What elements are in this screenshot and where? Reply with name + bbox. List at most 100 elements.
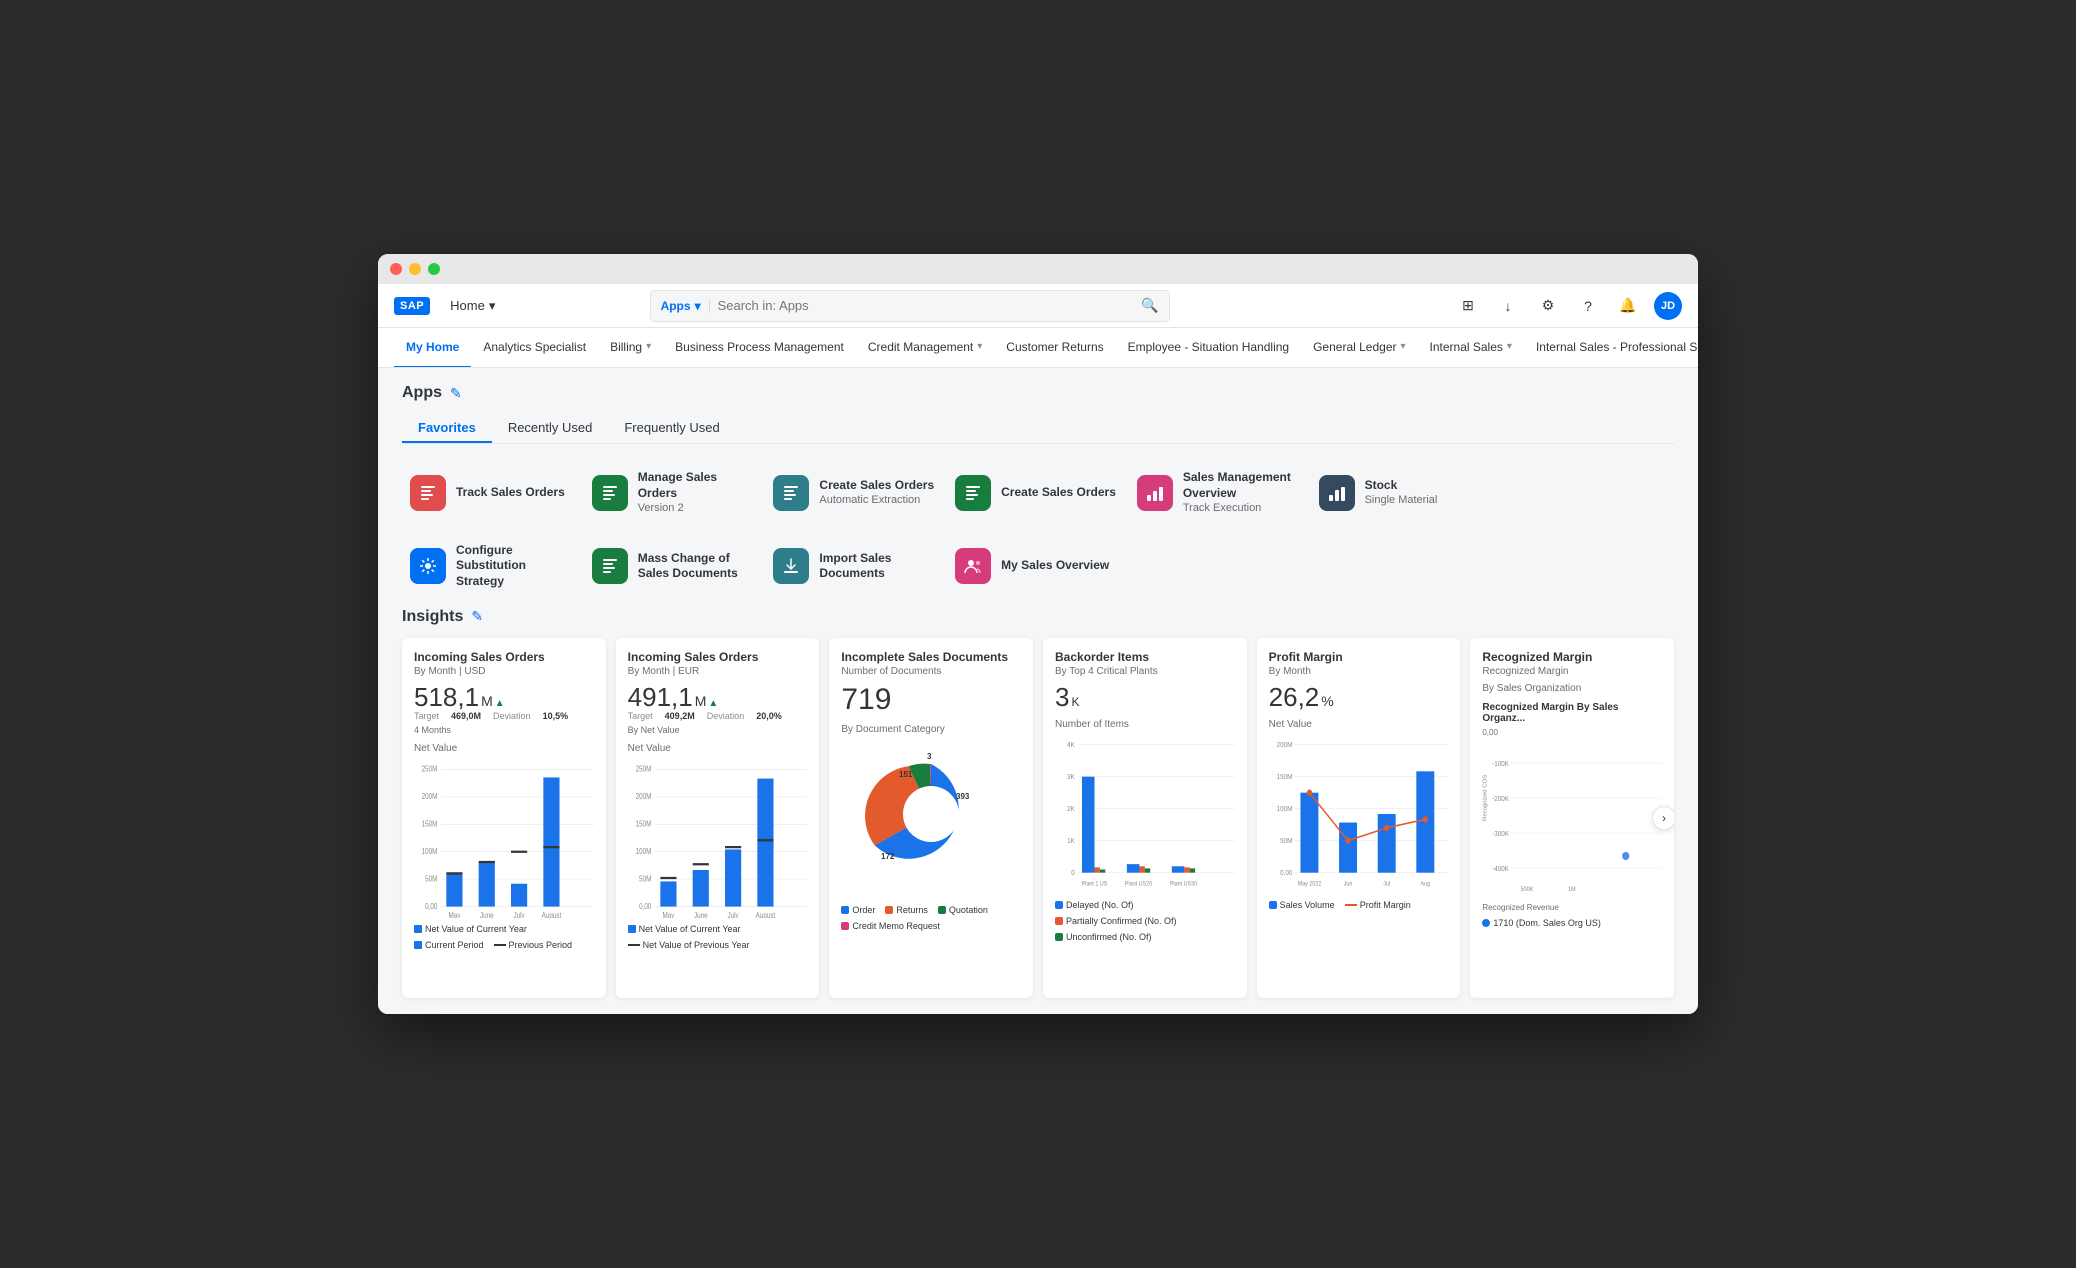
- grid-icon[interactable]: ⊞: [1454, 292, 1482, 320]
- sap-logo[interactable]: SAP: [394, 297, 430, 315]
- insights-edit-icon[interactable]: ✎: [471, 608, 483, 625]
- nav-item-internal-sales[interactable]: Internal Sales ▾: [1418, 328, 1524, 368]
- user-avatar[interactable]: JD: [1654, 292, 1682, 320]
- app-name-create-auto: Create Sales Orders: [819, 478, 939, 494]
- search-input[interactable]: [718, 298, 1134, 313]
- app-tile-stock[interactable]: Stock Single Material: [1311, 460, 1493, 524]
- chart-legend-4: Delayed (No. Of) Partially Confirmed (No…: [1055, 900, 1235, 942]
- app-icon-stock: [1319, 475, 1355, 511]
- app-tile-configure[interactable]: Configure Substitution Strategy: [402, 533, 584, 600]
- chart-num-3: 719: [841, 683, 1021, 716]
- chart-num-5: 26,2 %: [1269, 683, 1449, 712]
- billing-chevron-icon: ▾: [646, 341, 651, 352]
- svg-text:1K: 1K: [1067, 838, 1075, 846]
- app-icon-track-sales: [410, 475, 446, 511]
- nav-label: Customer Returns: [1006, 340, 1103, 354]
- app-window: SAP Home ▾ Apps ▾ 🔍 ⊞ ↓ ⚙ ? 🔔 JD: [378, 254, 1698, 1013]
- app-icon-my-sales: [955, 548, 991, 584]
- home-button[interactable]: Home ▾: [442, 294, 503, 318]
- apps-title: Apps: [402, 384, 442, 402]
- shell: SAP Home ▾ Apps ▾ 🔍 ⊞ ↓ ⚙ ? 🔔 JD: [378, 284, 1698, 1013]
- minimize-btn[interactable]: [409, 263, 421, 275]
- search-area: Apps ▾ 🔍: [650, 290, 1170, 322]
- search-icon[interactable]: 🔍: [1141, 297, 1158, 314]
- app-tile-track-sales[interactable]: Track Sales Orders: [402, 460, 584, 524]
- nav-item-employee[interactable]: Employee - Situation Handling: [1116, 328, 1301, 368]
- svg-text:Plant 1 US: Plant 1 US: [1082, 881, 1108, 887]
- app-tile-mass-change[interactable]: Mass Change of Sales Documents: [584, 533, 766, 600]
- app-tile-sales-mgmt[interactable]: Sales Management Overview Track Executio…: [1129, 460, 1311, 524]
- nav-label: Billing: [610, 340, 642, 354]
- svg-text:50M: 50M: [639, 874, 651, 884]
- svg-text:Plant US30: Plant US30: [1170, 881, 1198, 887]
- svg-text:2K: 2K: [1067, 806, 1075, 814]
- nav-item-my-home[interactable]: My Home: [394, 328, 471, 368]
- chart-legend-2: Net Value of Current Year Net Value of P…: [628, 924, 808, 950]
- bell-icon[interactable]: 🔔: [1614, 292, 1642, 320]
- tab-frequently-used[interactable]: Frequently Used: [608, 414, 735, 443]
- svg-text:4K: 4K: [1067, 742, 1075, 750]
- nav-item-returns[interactable]: Customer Returns: [994, 328, 1115, 368]
- chart-sub-1: By Month | USD: [414, 666, 594, 677]
- chart-num-4: 3 K: [1055, 683, 1235, 712]
- chart-recognized-margin: Recognized Margin Recognized Margin By S…: [1470, 638, 1674, 998]
- maximize-btn[interactable]: [428, 263, 440, 275]
- svg-text:Jun: Jun: [1343, 881, 1352, 887]
- svg-text:200M: 200M: [1276, 742, 1292, 750]
- app-sub-create-auto: Automatic Extraction: [819, 494, 939, 507]
- app-icon-create-sales: [955, 475, 991, 511]
- app-icon-mass-change: [592, 548, 628, 584]
- close-btn[interactable]: [390, 263, 402, 275]
- titlebar: [378, 254, 1698, 284]
- app-tile-create-auto[interactable]: Create Sales Orders Automatic Extraction: [765, 460, 947, 524]
- chart-sub-2: By Month | EUR: [628, 666, 808, 677]
- svg-text:150M: 150M: [635, 819, 651, 829]
- svg-text:-200K: -200K: [1493, 795, 1510, 802]
- app-info-stock: Stock Single Material: [1365, 478, 1485, 507]
- nav-label: My Home: [406, 340, 459, 354]
- apps-edit-icon[interactable]: ✎: [450, 385, 462, 402]
- chart-sub-5: By Month: [1269, 666, 1449, 677]
- ledger-chevron-icon: ▾: [1400, 341, 1405, 352]
- app-tile-manage-sales[interactable]: Manage Sales Orders Version 2: [584, 460, 766, 524]
- nav-item-internal-sales-pro[interactable]: Internal Sales - Professional Services: [1524, 328, 1698, 368]
- search-prefix-label: Apps: [661, 299, 691, 313]
- credit-chevron-icon: ▾: [977, 341, 982, 352]
- svg-text:172: 172: [881, 852, 895, 861]
- svg-text:-100K: -100K: [1493, 760, 1510, 767]
- charts-next-icon[interactable]: ›: [1652, 806, 1674, 830]
- app-tile-import[interactable]: Import Sales Documents: [765, 533, 947, 600]
- app-icon-sales-mgmt: [1137, 475, 1173, 511]
- app-tile-my-sales[interactable]: My Sales Overview: [947, 533, 1129, 600]
- download-icon[interactable]: ↓: [1494, 292, 1522, 320]
- chart-sub-3: Number of Documents: [841, 666, 1021, 677]
- nav-item-ledger[interactable]: General Ledger ▾: [1301, 328, 1417, 368]
- app-name-track-sales: Track Sales Orders: [456, 485, 576, 501]
- search-prefix[interactable]: Apps ▾: [661, 299, 710, 313]
- apps-tabs: Favorites Recently Used Frequently Used: [402, 414, 1674, 444]
- help-icon[interactable]: ?: [1574, 292, 1602, 320]
- home-chevron-icon: ▾: [489, 298, 496, 314]
- chart-legend-3: Order Returns Quotation Credit Memo Requ…: [841, 905, 1021, 931]
- tab-recently-used[interactable]: Recently Used: [492, 414, 609, 443]
- app-info-mass-change: Mass Change of Sales Documents: [638, 551, 758, 582]
- tab-favorites[interactable]: Favorites: [402, 414, 492, 443]
- nav-item-bpm[interactable]: Business Process Management: [663, 328, 856, 368]
- svg-text:50M: 50M: [1280, 838, 1292, 846]
- app-tiles-row2: Configure Substitution Strategy Mass Cha…: [402, 533, 1674, 600]
- app-tile-create-sales[interactable]: Create Sales Orders: [947, 460, 1129, 524]
- chart-title-2: Incoming Sales Orders: [628, 650, 808, 664]
- settings-icon[interactable]: ⚙: [1534, 292, 1562, 320]
- svg-text:May 2022: May 2022: [1297, 881, 1321, 887]
- svg-text:3: 3: [927, 752, 932, 761]
- app-info-manage-sales: Manage Sales Orders Version 2: [638, 470, 758, 514]
- svg-text:May: May: [662, 910, 674, 918]
- nav-item-analytics[interactable]: Analytics Specialist: [471, 328, 598, 368]
- svg-text:50M: 50M: [425, 874, 437, 884]
- app-name-stock: Stock: [1365, 478, 1485, 494]
- nav-item-credit[interactable]: Credit Management ▾: [856, 328, 994, 368]
- svg-text:July: July: [727, 910, 739, 918]
- nav-item-billing[interactable]: Billing ▾: [598, 328, 663, 368]
- chart-title-4: Backorder Items: [1055, 650, 1235, 664]
- chart-num-2: 491,1 M ▲: [628, 683, 808, 712]
